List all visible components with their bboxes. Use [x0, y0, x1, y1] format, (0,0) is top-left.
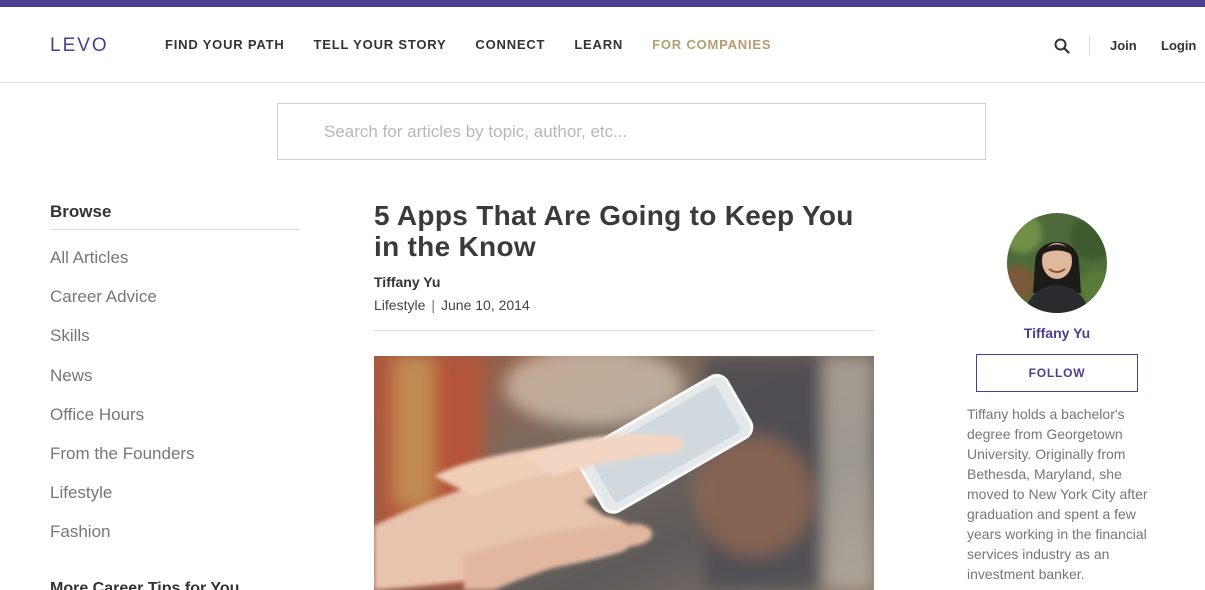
header-divider — [1089, 36, 1090, 56]
browse-item-all-articles[interactable]: All Articles — [50, 248, 195, 287]
main-nav: FIND YOUR PATH TELL YOUR STORY CONNECT L… — [165, 37, 800, 52]
login-link[interactable]: Login — [1161, 38, 1196, 53]
browse-item-skills[interactable]: Skills — [50, 326, 195, 365]
more-career-tips-title: More Career Tips for You — [50, 580, 240, 590]
author-avatar[interactable] — [1007, 213, 1107, 313]
author-photo — [1007, 213, 1107, 313]
join-link[interactable]: Join — [1110, 38, 1137, 53]
follow-button[interactable]: FOLLOW — [976, 354, 1138, 392]
article-author[interactable]: Tiffany Yu — [374, 274, 440, 290]
meta-separator: | — [431, 297, 435, 313]
search-input[interactable] — [278, 104, 985, 159]
search-icon[interactable] — [1054, 38, 1070, 54]
browse-item-news[interactable]: News — [50, 366, 195, 405]
nav-for-companies[interactable]: FOR COMPANIES — [652, 37, 771, 52]
top-accent-bar — [0, 0, 1205, 7]
hands-holding-phone-image — [374, 356, 874, 590]
nav-tell-your-story[interactable]: TELL YOUR STORY — [314, 37, 447, 52]
browse-item-fashion[interactable]: Fashion — [50, 522, 195, 561]
article-divider — [374, 330, 874, 331]
article-date: June 10, 2014 — [441, 297, 530, 313]
author-bio: Tiffany holds a bachelor's degree from G… — [967, 406, 1148, 582]
author-card-name[interactable]: Tiffany Yu — [957, 325, 1157, 341]
browse-item-office-hours[interactable]: Office Hours — [50, 405, 195, 444]
article-category[interactable]: Lifestyle — [374, 297, 425, 313]
article-hero-image — [374, 356, 874, 590]
levo-logo[interactable]: LEVO — [50, 35, 109, 57]
browse-list: All Articles Career Advice Skills News O… — [50, 248, 195, 562]
nav-connect[interactable]: CONNECT — [475, 37, 545, 52]
nav-learn[interactable]: LEARN — [574, 37, 623, 52]
site-header: LEVO FIND YOUR PATH TELL YOUR STORY CONN… — [0, 7, 1205, 83]
browse-item-career-advice[interactable]: Career Advice — [50, 287, 195, 326]
browse-item-from-the-founders[interactable]: From the Founders — [50, 444, 195, 483]
browse-item-lifestyle[interactable]: Lifestyle — [50, 483, 195, 522]
nav-find-your-path[interactable]: FIND YOUR PATH — [165, 37, 285, 52]
article-search — [277, 103, 986, 160]
article-meta: Lifestyle | June 10, 2014 — [374, 297, 530, 313]
browse-divider — [50, 229, 300, 230]
browse-title: Browse — [50, 202, 112, 221]
article-title: 5 Apps That Are Going to Keep You in the… — [374, 200, 854, 262]
